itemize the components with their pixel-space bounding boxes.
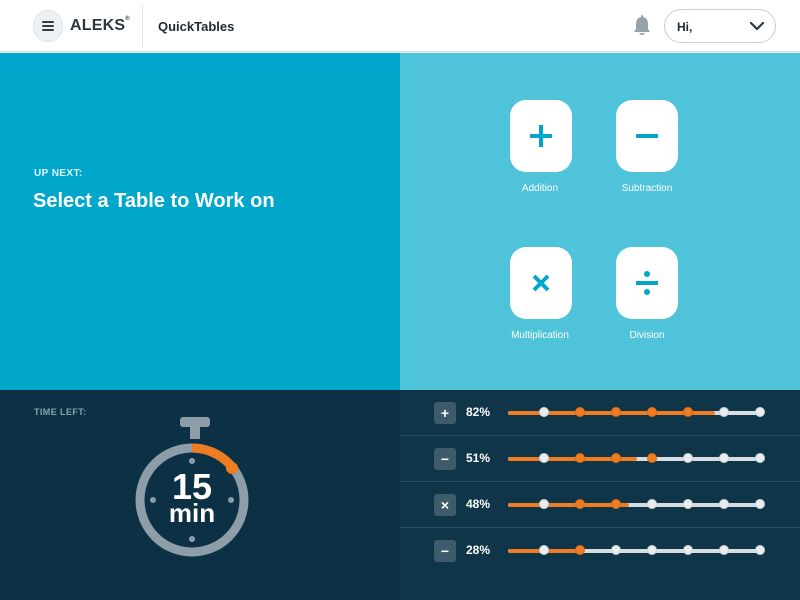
progress-dot [683,407,693,417]
progress-dot [539,407,549,417]
addition-label[interactable]: Addition [490,183,590,194]
hamburger-icon [42,21,54,31]
progress-dot [755,545,765,555]
progress-dot [575,499,585,509]
multiplication-button[interactable] [510,247,572,319]
progress-row-multiplication: × 48% [400,482,800,528]
addition-progress-track [508,407,765,417]
progress-dot [719,453,729,463]
page-headline: Select a Table to Work on [33,190,275,212]
progress-dot [611,453,621,463]
subtraction-badge: − [434,448,456,470]
progress-row-addition: + 82% [400,390,800,436]
multiplication-badge: × [434,494,456,516]
app-title: QuickTables [158,19,235,34]
progress-dot [755,453,765,463]
progress-dot [647,545,657,555]
progress-dot [755,407,765,417]
progress-dot [719,499,729,509]
subtraction-label[interactable]: Subtraction [597,183,697,194]
progress-dot [611,407,621,417]
chevron-down-icon [749,21,765,31]
progress-dot [683,545,693,555]
time-left-label: TIME LEFT: [34,407,87,417]
progress-row-division: − 28% [400,528,800,574]
multiplication-label[interactable]: Multiplication [490,330,590,341]
multiplication-percent: 48% [466,497,491,511]
progress-dot [647,499,657,509]
addition-button[interactable] [510,100,572,172]
progress-dot [575,545,585,555]
header-divider [142,4,143,48]
greeting-text: Hi, [677,20,693,34]
division-percent: 28% [466,543,491,557]
divide-icon [636,271,658,295]
progress-dot [647,407,657,417]
division-button[interactable] [616,247,678,319]
progress-row-subtraction: − 51% [400,436,800,482]
subtraction-button[interactable] [616,100,678,172]
bell-icon[interactable] [632,15,652,37]
progress-dot [539,499,549,509]
progress-dot [539,453,549,463]
progress-dot [683,499,693,509]
addition-badge: + [434,402,456,424]
progress-dot [719,545,729,555]
aleks-logo[interactable]: ALEKS® [70,16,130,35]
timer-unit: min [168,498,216,528]
multiplication-progress-track [508,499,765,509]
progress-dot [755,499,765,509]
progress-dot [575,453,585,463]
division-label[interactable]: Division [597,330,697,341]
progress-dot [539,545,549,555]
progress-dot [611,545,621,555]
progress-dot [647,453,657,463]
progress-dot [611,499,621,509]
division-progress-track [508,545,765,555]
plus-icon [530,125,552,147]
subtraction-percent: 51% [466,451,491,465]
subtraction-progress-track [508,453,765,463]
division-badge: − [434,540,456,562]
top-header: ALEKS® QuickTables Hi, [0,0,800,52]
up-next-panel: UP NEXT: Select a Table to Work on [0,53,400,390]
up-next-label: UP NEXT: [34,168,83,179]
progress-dot [719,407,729,417]
times-icon [532,274,550,292]
user-menu-button[interactable]: Hi, [664,9,776,43]
menu-button[interactable] [33,10,63,42]
progress-dot [575,407,585,417]
addition-percent: 82% [466,405,491,419]
progress-dot [683,453,693,463]
minus-icon [636,134,658,138]
